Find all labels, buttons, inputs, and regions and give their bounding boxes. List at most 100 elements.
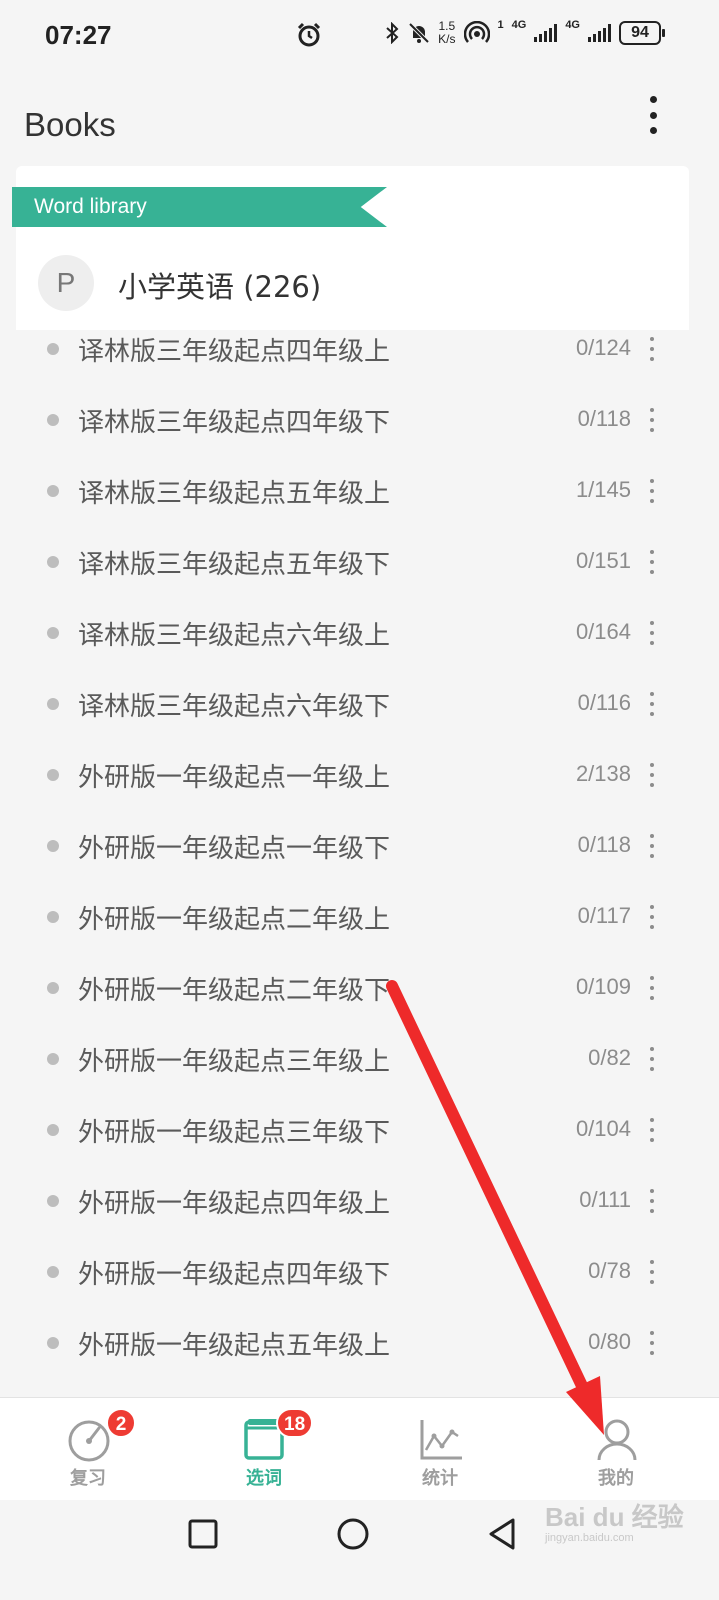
bullet-icon — [47, 1195, 59, 1207]
menu-dot — [650, 408, 654, 412]
book-name: 外研版一年级起点二年级下 — [78, 976, 391, 1006]
bullet-icon — [47, 343, 59, 355]
menu-dot — [650, 631, 654, 635]
menu-dot — [650, 1260, 654, 1264]
book-menu-icon[interactable] — [648, 834, 656, 858]
book-progress: 0/124 — [575, 335, 631, 360]
book-menu-icon[interactable] — [648, 337, 656, 361]
menu-dot — [650, 1280, 654, 1284]
more-options-button[interactable] — [640, 96, 666, 134]
back-icon[interactable] — [483, 1514, 523, 1554]
menu-dot — [650, 702, 654, 706]
review-badge: 2 — [106, 1408, 136, 1438]
book-name: 外研版一年级起点二年级上 — [78, 905, 391, 935]
book-row[interactable]: 译林版三年级起点四年级上 0/124 — [0, 313, 719, 384]
tab-select-words[interactable]: 18 选词 — [204, 1398, 324, 1500]
book-menu-icon[interactable] — [648, 763, 656, 787]
recents-icon[interactable] — [183, 1514, 223, 1554]
more-dot — [649, 96, 657, 103]
tab-select-words-label: 选词 — [246, 1468, 282, 1489]
tab-review[interactable]: 2 复习 — [28, 1398, 148, 1500]
book-progress: 0/151 — [575, 548, 631, 573]
tab-statistics[interactable]: 统计 — [380, 1398, 500, 1500]
menu-dot — [650, 976, 654, 980]
book-row[interactable]: 译林版三年级起点六年级下 0/116 — [0, 668, 719, 739]
book-progress: 0/104 — [575, 1116, 631, 1141]
menu-dot — [650, 479, 654, 483]
menu-dot — [650, 1047, 654, 1051]
signal-icon — [588, 24, 611, 42]
library-name[interactable]: 小学英语 (226) — [118, 264, 321, 306]
book-row[interactable]: 译林版三年级起点四年级下 0/118 — [0, 384, 719, 455]
home-icon[interactable] — [333, 1514, 373, 1554]
book-name: 外研版一年级起点五年级上 — [78, 1331, 391, 1361]
menu-dot — [650, 347, 654, 351]
menu-dot — [650, 1199, 654, 1203]
bullet-icon — [47, 840, 59, 852]
menu-dot — [650, 1067, 654, 1071]
book-progress: 0/164 — [575, 619, 631, 644]
menu-dot — [650, 905, 654, 909]
book-menu-icon[interactable] — [648, 408, 656, 432]
book-row[interactable]: 外研版一年级起点五年级上 0/80 — [0, 1307, 719, 1378]
book-menu-icon[interactable] — [648, 905, 656, 929]
bullet-icon — [47, 627, 59, 639]
book-row[interactable]: 译林版三年级起点五年级下 0/151 — [0, 526, 719, 597]
bullet-icon — [47, 556, 59, 568]
book-progress: 0/117 — [577, 903, 631, 928]
bullet-icon — [47, 911, 59, 923]
book-menu-icon[interactable] — [648, 1331, 656, 1355]
menu-dot — [650, 783, 654, 787]
book-row[interactable]: 外研版一年级起点三年级上 0/82 — [0, 1023, 719, 1094]
book-progress: 0/116 — [577, 690, 631, 715]
book-progress: 0/80 — [588, 1329, 631, 1354]
book-menu-icon[interactable] — [648, 621, 656, 645]
book-progress: 0/109 — [575, 974, 631, 999]
book-menu-icon[interactable] — [648, 1118, 656, 1142]
book-row[interactable]: 外研版一年级起点二年级上 0/117 — [0, 881, 719, 952]
menu-dot — [650, 499, 654, 503]
watermark-subtext: jingyan.baidu.com — [545, 1532, 634, 1544]
more-dot — [649, 111, 657, 119]
menu-dot — [650, 337, 654, 341]
status-bar: 07:27 1.5 K/s 1 4G 4G 94 — [0, 0, 719, 76]
book-row[interactable]: 外研版一年级起点一年级下 0/118 — [0, 810, 719, 881]
menu-dot — [650, 986, 654, 990]
bottom-nav: 2 复习 18 选词 统计 我的 — [0, 1397, 719, 1500]
book-progress: 0/118 — [577, 832, 631, 857]
signal-2-label: 4G — [565, 19, 580, 31]
book-menu-icon[interactable] — [648, 1260, 656, 1284]
book-row[interactable]: 外研版一年级起点四年级上 0/111 — [0, 1165, 719, 1236]
book-row[interactable]: 外研版一年级起点三年级下 0/104 — [0, 1094, 719, 1165]
menu-dot — [650, 844, 654, 848]
book-progress: 1/145 — [575, 477, 631, 502]
menu-dot — [650, 1138, 654, 1142]
book-progress: 0/78 — [588, 1258, 631, 1283]
library-avatar: P — [38, 255, 94, 311]
menu-dot — [650, 418, 654, 422]
bullet-icon — [47, 1124, 59, 1136]
book-name: 外研版一年级起点一年级上 — [78, 763, 391, 793]
book-progress: 2/138 — [575, 761, 631, 786]
book-menu-icon[interactable] — [648, 1047, 656, 1071]
status-icons: 1.5 K/s 1 4G 4G 94 — [384, 19, 665, 46]
book-menu-icon[interactable] — [648, 550, 656, 574]
book-menu-icon[interactable] — [648, 976, 656, 1000]
book-row[interactable]: 译林版三年级起点六年级上 0/164 — [0, 597, 719, 668]
chart-icon — [420, 1420, 462, 1460]
menu-dot — [650, 489, 654, 493]
menu-dot — [650, 1331, 654, 1335]
bullet-icon — [47, 1337, 59, 1349]
book-menu-icon[interactable] — [648, 692, 656, 716]
menu-dot — [650, 692, 654, 696]
book-row[interactable]: 外研版一年级起点一年级上 2/138 — [0, 739, 719, 810]
menu-dot — [650, 773, 654, 777]
baidu-watermark: Bai du 经验 jingyan.baidu.com — [545, 1497, 695, 1544]
menu-dot — [650, 854, 654, 858]
book-menu-icon[interactable] — [648, 1189, 656, 1213]
book-row[interactable]: 译林版三年级起点五年级上 1/145 — [0, 455, 719, 526]
book-row[interactable]: 外研版一年级起点四年级下 0/78 — [0, 1236, 719, 1307]
book-row[interactable]: 外研版一年级起点二年级下 0/109 — [0, 952, 719, 1023]
book-menu-icon[interactable] — [648, 479, 656, 503]
tab-profile[interactable]: 我的 — [556, 1398, 676, 1500]
